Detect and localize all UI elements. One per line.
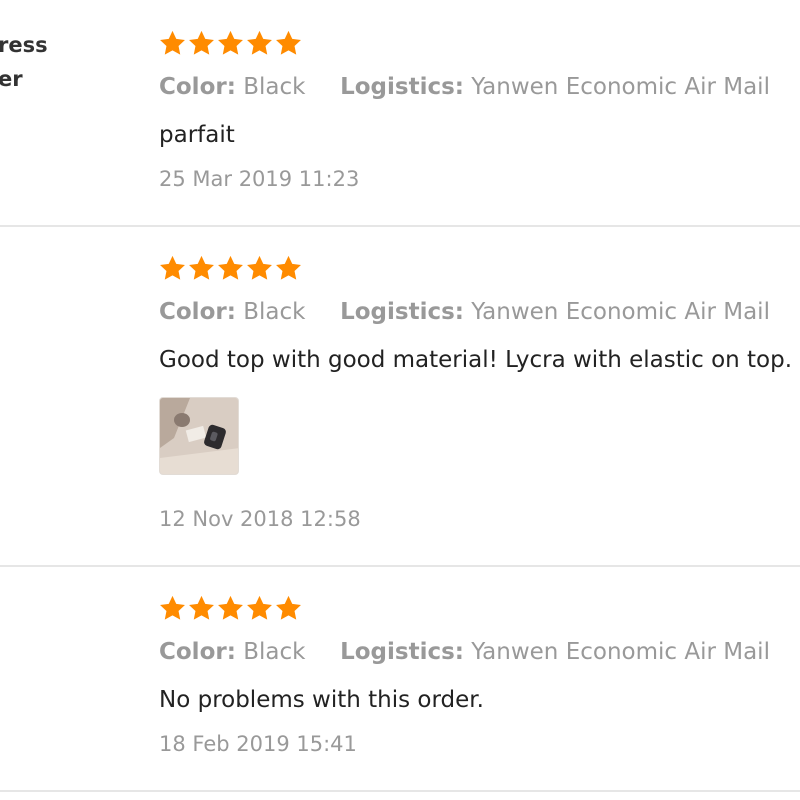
star-icon [245, 29, 274, 58]
feedback-date: 12 Nov 2018 12:58 [159, 507, 361, 531]
star-rating [158, 29, 303, 59]
color-label: Color: [159, 639, 236, 665]
star-icon [187, 29, 216, 58]
star-icon [216, 254, 245, 283]
star-icon [158, 29, 187, 58]
divider [0, 790, 800, 792]
buyer-info: ress er [0, 28, 48, 96]
star-icon [274, 594, 303, 623]
review-photo-image [160, 398, 238, 474]
divider [0, 225, 800, 227]
order-info: Color: Black Logistics: Yanwen Economic … [159, 297, 770, 327]
order-info: Color: Black Logistics: Yanwen Economic … [159, 72, 770, 102]
logistics-label: Logistics: [340, 74, 464, 100]
star-icon [245, 254, 274, 283]
feedback-date: 18 Feb 2019 15:41 [159, 732, 357, 756]
star-icon [274, 254, 303, 283]
order-info: Color: Black Logistics: Yanwen Economic … [159, 637, 770, 667]
logistics-label: Logistics: [340, 299, 464, 325]
star-icon [274, 29, 303, 58]
color-label: Color: [159, 74, 236, 100]
logistics-value: Yanwen Economic Air Mail [471, 299, 770, 325]
logistics-value: Yanwen Economic Air Mail [471, 74, 770, 100]
star-icon [216, 29, 245, 58]
star-icon [158, 254, 187, 283]
divider [0, 565, 800, 567]
buyer-country-fragment: er [0, 67, 23, 91]
feedback-date: 25 Mar 2019 11:23 [159, 167, 360, 191]
star-icon [187, 594, 216, 623]
feedback-text: No problems with this order. [159, 687, 484, 713]
star-icon [245, 594, 274, 623]
feedback-list: ress er Color: Black Logistics: Yanwen E… [0, 0, 800, 800]
logistics-label: Logistics: [340, 639, 464, 665]
star-icon [158, 594, 187, 623]
color-value: Black [243, 639, 306, 665]
buyer-name-fragment: ress [0, 33, 48, 57]
color-value: Black [243, 299, 306, 325]
review-photo-thumbnail[interactable] [159, 397, 239, 475]
star-icon [216, 594, 245, 623]
feedback-text: Good top with good material! Lycra with … [159, 347, 793, 373]
color-value: Black [243, 74, 306, 100]
star-rating [158, 254, 303, 284]
feedback-text: parfait [159, 122, 235, 148]
star-icon [187, 254, 216, 283]
star-rating [158, 594, 303, 624]
logistics-value: Yanwen Economic Air Mail [471, 639, 770, 665]
color-label: Color: [159, 299, 236, 325]
